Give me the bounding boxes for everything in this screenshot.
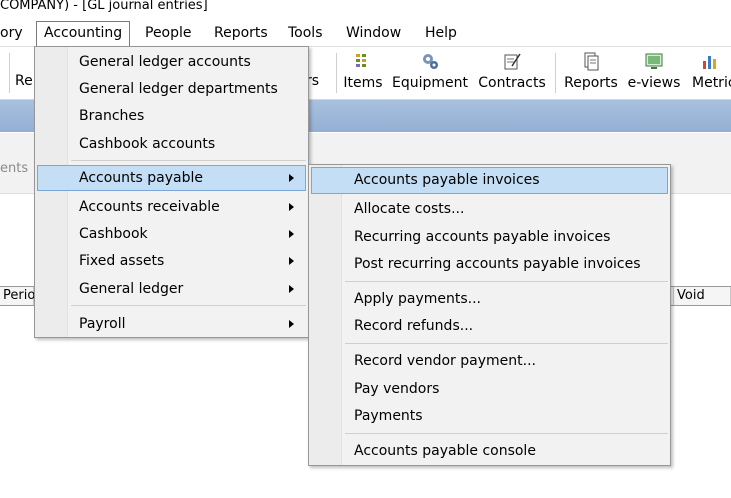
menu-item-accounts-payable-invoices[interactable]: Accounts payable invoices	[311, 167, 668, 194]
metrics-label: Metric	[692, 75, 731, 91]
accounts-payable-submenu: Accounts payable invoices Allocate costs…	[308, 164, 671, 466]
window-title: COMPANY) - [GL journal entries]	[0, 0, 208, 13]
menu-item-label: Recurring accounts payable invoices	[354, 229, 611, 245]
column-header-period[interactable]: Perio	[0, 287, 35, 305]
menu-separator	[345, 281, 668, 282]
menu-item-allocate-costs[interactable]: Allocate costs...	[311, 196, 668, 220]
menu-item-label: Accounts payable	[79, 170, 203, 186]
menu-item-record-refunds[interactable]: Record refunds...	[311, 313, 668, 337]
menu-item-history[interactable]: ory	[0, 22, 23, 44]
menu-item-label: General ledger accounts	[79, 54, 251, 70]
menu-item-label: Cashbook	[79, 226, 148, 242]
menu-item-payments[interactable]: Payments	[311, 403, 668, 427]
menu-item-reports[interactable]: Reports	[214, 22, 268, 44]
menu-item-label: Cashbook accounts	[79, 136, 216, 152]
submenu-arrow-icon	[289, 257, 294, 265]
menu-item-apply-payments[interactable]: Apply payments...	[311, 286, 668, 310]
toolbar-separator	[555, 53, 556, 93]
items-label: Items	[343, 75, 383, 91]
menu-item-general-ledger-accounts[interactable]: General ledger accounts	[37, 49, 306, 73]
submenu-arrow-icon	[289, 230, 294, 238]
menu-item-record-vendor-payment[interactable]: Record vendor payment...	[311, 348, 668, 372]
menu-item-branches[interactable]: Branches	[37, 103, 306, 127]
toolbar-separator	[9, 53, 10, 93]
menu-item-fixed-assets[interactable]: Fixed assets	[37, 248, 306, 272]
menu-item-label: Record refunds...	[354, 318, 474, 334]
menu-item-pay-vendors[interactable]: Pay vendors	[311, 376, 668, 400]
menu-item-accounting[interactable]: Accounting	[36, 21, 131, 46]
menu-item-label: Post recurring accounts payable invoices	[354, 256, 641, 272]
menu-item-people[interactable]: People	[145, 22, 192, 44]
submenu-arrow-icon	[289, 320, 294, 328]
menu-item-general-ledger-departments[interactable]: General ledger departments	[37, 76, 306, 100]
menu-item-cashbook[interactable]: Cashbook	[37, 221, 306, 245]
items-icon	[356, 54, 366, 67]
equipment-button[interactable]: Equipment	[391, 49, 469, 97]
toolbar-partial-label[interactable]: Re	[15, 73, 33, 89]
menu-item-post-recurring-ap-invoices[interactable]: Post recurring accounts payable invoices	[311, 251, 668, 275]
window-title-bar: COMPANY) - [GL journal entries]	[0, 0, 731, 19]
contracts-label: Contracts	[478, 75, 546, 91]
menu-item-tools[interactable]: Tools	[288, 22, 323, 44]
contracts-button[interactable]: Contracts	[477, 49, 547, 97]
menu-item-label: Fixed assets	[79, 253, 165, 269]
menu-item-accounts-payable-console[interactable]: Accounts payable console	[311, 438, 668, 462]
menu-item-label: Payroll	[79, 316, 126, 332]
contracts-icon	[504, 53, 521, 70]
menu-item-label: Apply payments...	[354, 291, 481, 307]
menu-item-cashbook-accounts[interactable]: Cashbook accounts	[37, 131, 306, 155]
tab-label-partial[interactable]: ents	[0, 161, 28, 176]
equipment-label: Equipment	[392, 75, 468, 91]
metrics-icon	[703, 56, 716, 69]
submenu-arrow-icon	[289, 174, 294, 182]
menu-separator	[345, 343, 668, 344]
metrics-button[interactable]: Metric	[688, 49, 731, 97]
menu-item-label: Accounts payable invoices	[354, 172, 540, 188]
menu-item-recurring-ap-invoices[interactable]: Recurring accounts payable invoices	[311, 224, 668, 248]
menu-item-help[interactable]: Help	[425, 22, 457, 44]
menu-bar: ory Accounting People Reports Tools Wind…	[0, 19, 731, 47]
submenu-arrow-icon	[289, 285, 294, 293]
column-header-void[interactable]: Void	[673, 287, 731, 305]
menu-item-window[interactable]: Window	[346, 22, 401, 44]
accounting-menu: General ledger accounts General ledger d…	[34, 46, 309, 338]
eviews-button[interactable]: e-views	[626, 49, 682, 97]
menu-item-label: Allocate costs...	[354, 201, 465, 217]
reports-icon	[584, 52, 599, 71]
menu-separator	[71, 305, 306, 306]
menu-separator	[71, 160, 306, 161]
menu-item-label: Payments	[354, 408, 423, 424]
submenu-arrow-icon	[289, 203, 294, 211]
reports-button[interactable]: Reports	[562, 49, 620, 97]
menu-item-label: Branches	[79, 108, 145, 124]
menu-item-accounts-receivable[interactable]: Accounts receivable	[37, 194, 306, 218]
eviews-icon	[645, 53, 663, 69]
items-button[interactable]: Items	[343, 49, 383, 97]
menu-item-label: Accounts payable console	[354, 443, 536, 459]
menu-item-accounts-payable[interactable]: Accounts payable	[37, 165, 306, 191]
eviews-label: e-views	[627, 75, 681, 91]
menu-item-payroll[interactable]: Payroll	[37, 311, 306, 335]
menu-separator	[345, 433, 668, 434]
equipment-icon	[423, 54, 438, 69]
menu-item-label: General ledger departments	[79, 81, 278, 97]
menu-item-label: Pay vendors	[354, 381, 440, 397]
menu-item-label: General ledger	[79, 281, 184, 297]
menu-item-general-ledger[interactable]: General ledger	[37, 276, 306, 300]
toolbar-separator	[336, 53, 337, 93]
reports-label: Reports	[564, 75, 618, 91]
menu-item-label: Accounts receivable	[79, 199, 220, 215]
menu-item-label: Record vendor payment...	[354, 353, 536, 369]
